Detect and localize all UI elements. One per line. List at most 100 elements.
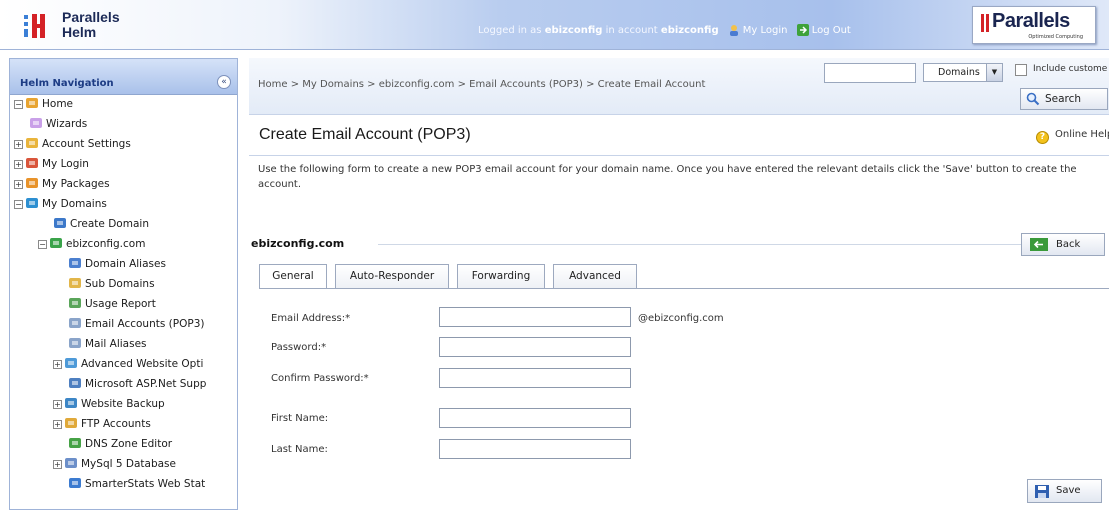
sidebar-item-ebizconfig-com[interactable]: − ebizconfig.com: [38, 235, 145, 254]
sidebar-item-my-login[interactable]: + My Login: [14, 155, 89, 174]
expand-icon[interactable]: +: [53, 420, 62, 429]
sidebar-title: Helm Navigation: [20, 78, 114, 89]
breadcrumb[interactable]: Home > My Domains > ebizconfig.com > Ema…: [258, 79, 705, 90]
password-label: Password:*: [271, 342, 327, 353]
online-help-label: Online Help: [1055, 129, 1109, 140]
sidebar-item-account-settings[interactable]: + Account Settings: [14, 135, 131, 154]
sidebar-item-my-packages[interactable]: + My Packages: [14, 175, 110, 194]
sidebar-item-ftp-accounts[interactable]: + FTP Accounts: [53, 415, 151, 434]
collapse-tree-icon[interactable]: −: [38, 240, 47, 249]
expand-icon[interactable]: +: [53, 400, 62, 409]
report-icon: [69, 298, 81, 308]
sidebar-item-domain-aliases[interactable]: Domain Aliases: [68, 255, 166, 274]
sidebar-item-wizards[interactable]: Wizards: [29, 115, 87, 134]
sidebar-item-website-backup[interactable]: + Website Backup: [53, 395, 165, 414]
first-name-input[interactable]: [439, 408, 631, 428]
sidebar-item-label: ebizconfig.com: [66, 238, 146, 250]
breadcrumb-bar: Home > My Domains > ebizconfig.com > Ema…: [249, 58, 1109, 115]
package-icon: [26, 178, 38, 188]
sidebar-item-mysql-5-database[interactable]: + MySql 5 Database: [53, 455, 176, 474]
include-label: Include custome: [1033, 64, 1108, 74]
first-name-label: First Name:: [271, 413, 329, 424]
helm-navigation-panel: Helm Navigation « − Home Wizards + Account S…: [9, 58, 238, 510]
expand-icon[interactable]: +: [14, 160, 23, 169]
sidebar-item-advanced-website-opti[interactable]: + Advanced Website Opti: [53, 355, 203, 374]
back-button[interactable]: Back: [1021, 233, 1105, 256]
sidebar-header: Helm Navigation «: [10, 59, 237, 95]
sidebar-item-sub-domains[interactable]: Sub Domains: [68, 275, 155, 294]
search-icon: [1026, 92, 1040, 106]
sidebar-item-label: Advanced Website Opti: [81, 358, 204, 370]
sidebar-item-label: Home: [42, 98, 74, 110]
domain-heading: ebizconfig.com: [251, 237, 345, 250]
user-bar: Logged in as ebizconfig in account ebizc…: [478, 24, 851, 36]
back-icon: [1030, 238, 1048, 251]
sidebar-item-label: MySql 5 Database: [81, 458, 176, 470]
collapse-icon[interactable]: «: [217, 75, 231, 89]
my-login-link[interactable]: My Login: [743, 25, 788, 36]
chevron-down-icon[interactable]: ▼: [986, 64, 1002, 81]
back-button-label: Back: [1056, 239, 1081, 250]
sidebar-item-label: Create Domain: [70, 218, 149, 230]
sidebar-item-usage-report[interactable]: Usage Report: [68, 295, 156, 314]
sidebar-item-label: Microsoft ASP.Net Supp: [85, 378, 207, 390]
sidebar-item-smarterstats-web-stat[interactable]: SmarterStats Web Stat: [68, 475, 205, 494]
domain-divider: [378, 244, 1021, 245]
aspnet-icon: [69, 378, 81, 388]
search-input[interactable]: [824, 63, 916, 83]
collapse-tree-icon[interactable]: −: [14, 100, 23, 109]
collapse-tree-icon[interactable]: −: [14, 200, 23, 209]
sidebar-item-my-domains[interactable]: − My Domains: [14, 195, 107, 214]
expand-icon[interactable]: +: [14, 180, 23, 189]
expand-icon[interactable]: +: [14, 140, 23, 149]
sidebar-item-create-domain[interactable]: Create Domain: [53, 215, 149, 234]
search-button[interactable]: Search: [1020, 88, 1108, 110]
sidebar-item-email-accounts-pop3[interactable]: Email Accounts (POP3): [68, 315, 204, 334]
save-button[interactable]: Save: [1027, 479, 1102, 503]
sidebar-item-label: SmarterStats Web Stat: [85, 478, 206, 490]
sidebar-item-label: Account Settings: [42, 138, 131, 150]
save-button-label: Save: [1056, 485, 1081, 496]
logo-text: Parallels Helm: [62, 10, 120, 40]
tab-general[interactable]: General: [259, 264, 327, 289]
mail-alias-icon: [69, 338, 81, 348]
online-help-link[interactable]: ? Online Help: [1036, 129, 1109, 144]
brand-bars-icon: [981, 14, 989, 32]
password-input[interactable]: [439, 337, 631, 357]
globe-icon: [26, 198, 38, 208]
search-scope-select[interactable]: Domains ▼: [923, 63, 1003, 82]
email-domain-suffix: @ebizconfig.com: [638, 313, 724, 324]
folder-icon: [26, 138, 38, 148]
sidebar-item-label: Email Accounts (POP3): [85, 318, 205, 330]
sidebar-item-mail-aliases[interactable]: Mail Aliases: [68, 335, 147, 354]
alias-icon: [69, 258, 81, 268]
last-name-input[interactable]: [439, 439, 631, 459]
logged-in-prefix: Logged in as: [478, 25, 542, 36]
include-checkbox[interactable]: [1015, 64, 1027, 76]
tab-advanced[interactable]: Advanced: [553, 264, 637, 288]
user-icon: [26, 158, 38, 168]
expand-icon[interactable]: +: [53, 360, 62, 369]
sidebar-item-microsoft-asp-net-supp[interactable]: Microsoft ASP.Net Supp: [68, 375, 206, 394]
sidebar-item-label: DNS Zone Editor: [85, 438, 173, 450]
log-out-link[interactable]: Log Out: [812, 25, 851, 36]
app-header: Parallels Helm Logged in as ebizconfig i…: [0, 0, 1109, 50]
main-content: Home > My Domains > ebizconfig.com > Ema…: [249, 58, 1109, 510]
logo-line-2: Helm: [62, 24, 97, 40]
email-address-input[interactable]: [439, 307, 631, 327]
tab-forwarding[interactable]: Forwarding: [457, 264, 545, 288]
sidebar-item-label: Usage Report: [85, 298, 156, 310]
expand-icon[interactable]: +: [53, 460, 62, 469]
last-name-label: Last Name:: [271, 444, 328, 455]
search-button-label: Search: [1045, 93, 1082, 105]
sidebar-item-label: Wizards: [46, 118, 88, 130]
sidebar-item-home[interactable]: − Home: [14, 95, 73, 114]
tab-auto-responder[interactable]: Auto-Responder: [335, 264, 449, 288]
wizard-icon: [30, 118, 42, 128]
ftp-icon: [65, 418, 77, 428]
confirm-password-input[interactable]: [439, 368, 631, 388]
navigation-tree: − Home Wizards + Account Settings + My Login + M…: [10, 95, 237, 509]
brand-name: Parallels: [992, 10, 1070, 32]
search-scope-value: Domains: [938, 67, 980, 78]
sidebar-item-dns-zone-editor[interactable]: DNS Zone Editor: [68, 435, 172, 454]
